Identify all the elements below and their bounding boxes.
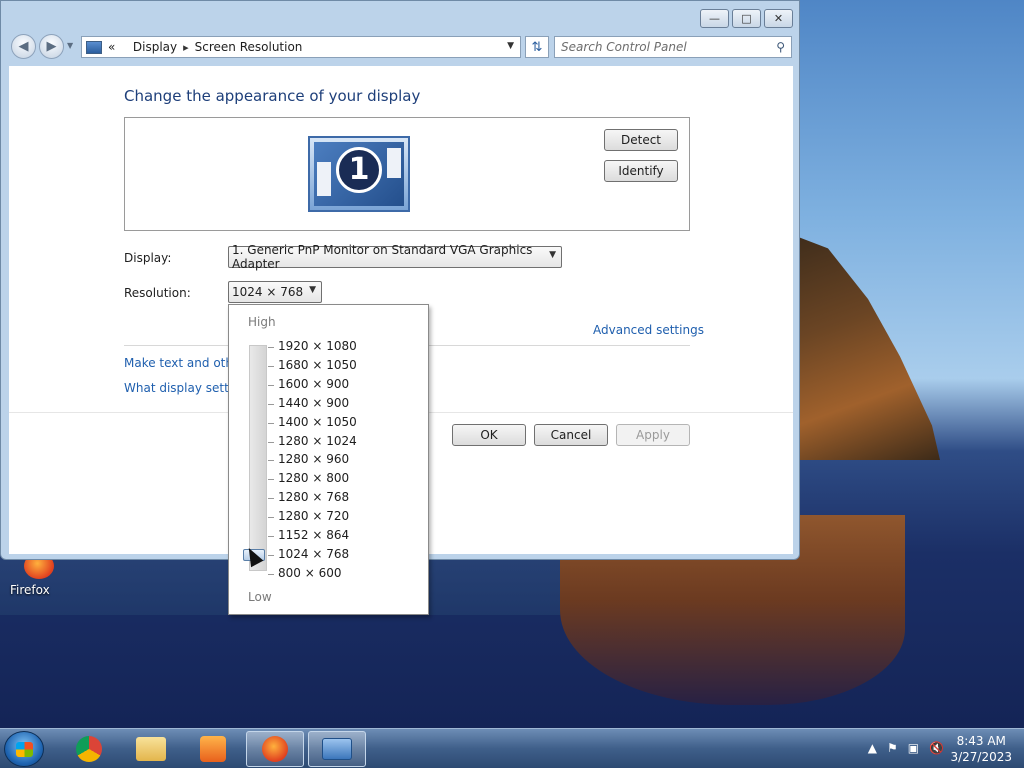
monitor-1-thumbnail[interactable]: 1 [308,136,410,212]
resolution-slider-track[interactable] [249,345,267,571]
slider-tick-mark [268,403,274,405]
taskbar: ▲ ⚑ ▣ 🔇 8:43 AM 3/27/2023 [0,728,1024,768]
control-panel-icon [322,738,352,760]
slider-tick-mark [268,460,274,462]
taskbar-media-player[interactable] [184,731,242,767]
clock-date: 3/27/2023 [950,750,1012,764]
refresh-button[interactable]: ⇅ [525,36,549,58]
resolution-select-value: 1024 × 768 [232,285,304,299]
search-input[interactable]: Search Control Panel ⚲ [554,36,792,58]
media-player-icon [200,736,226,762]
address-dropdown-icon[interactable]: ▼ [507,41,514,51]
cancel-button[interactable]: Cancel [534,424,608,446]
detect-button[interactable]: Detect [604,129,678,151]
page-title: Change the appearance of your display [124,87,421,105]
chrome-icon [76,736,102,762]
taskbar-file-explorer[interactable] [122,731,180,767]
clock-time: 8:43 AM [956,734,1006,748]
display-select[interactable]: 1. Generic PnP Monitor on Standard VGA G… [228,243,562,271]
resolution-option[interactable]: 1024 × 768 [278,547,349,561]
slider-tick-mark [268,441,274,443]
display-label: Display: [124,251,172,265]
resolution-option[interactable]: 1600 × 900 [278,377,349,391]
action-center-flag-icon[interactable]: ⚑ [887,741,898,755]
slider-tick-mark [268,536,274,537]
advanced-settings-link[interactable]: Advanced settings [593,323,704,337]
resolution-low-label: Low [248,590,272,604]
resolution-option[interactable]: 1440 × 900 [278,396,349,410]
minimize-button[interactable]: — [700,9,729,28]
maximize-button[interactable]: □ [732,9,761,28]
breadcrumb-screen-resolution[interactable]: Screen Resolution [195,40,303,54]
monitor-number: 1 [336,147,382,193]
slider-tick-mark [268,422,274,424]
close-button[interactable]: ✕ [764,9,793,28]
ok-button[interactable]: OK [452,424,526,446]
refresh-icon: ⇅ [531,39,543,55]
slider-tick-mark [268,365,274,367]
wallpaper-cliff [780,230,940,460]
display-control-panel-icon [86,40,102,54]
resolution-option[interactable]: 1680 × 1050 [278,358,357,372]
slider-tick-mark [268,573,274,575]
display-select-value: 1. Generic PnP Monitor on Standard VGA G… [232,243,533,271]
resolution-option[interactable]: 1280 × 720 [278,509,349,523]
forward-button[interactable]: ▶ [39,34,64,59]
chevron-down-icon: ▼ [309,285,316,295]
resolution-select[interactable]: 1024 × 768 ▼ [228,281,322,303]
breadcrumb-separator-icon[interactable]: ▸ [183,41,189,54]
resolution-option[interactable]: 1920 × 1080 [278,339,357,353]
show-hidden-icons-icon[interactable]: ▲ [868,741,877,755]
slider-tick-mark [268,498,274,500]
resolution-dropdown[interactable]: High 1920 × 1080 1680 × 1050 1600 × 900 144… [228,304,429,615]
forward-arrow-icon: ▶ [46,39,57,54]
slider-tick-mark [268,347,274,348]
folder-icon [136,737,166,761]
back-arrow-icon: ◀ [18,39,29,54]
taskbar-chrome[interactable] [60,731,118,767]
slider-tick-mark [268,384,274,386]
address-bar[interactable]: « ▸ Display ▸ Screen Resolution ▼ [81,36,521,58]
address-row: ◀ ▶ ▼ « ▸ Display ▸ Screen Resolution ▼ … [7,33,793,61]
slider-tick-mark [268,554,274,556]
slider-tick-mark [268,517,274,519]
monitor-preview-panel: 1 Detect Identify [124,117,690,231]
resolution-option[interactable]: 1280 × 1024 [278,434,357,448]
system-tray: ▲ ⚑ ▣ 🔇 [868,741,944,755]
resolution-label: Resolution: [124,286,191,300]
address-overflow-icon[interactable]: « [108,40,115,54]
search-placeholder: Search Control Panel [561,40,687,54]
window-titlebar[interactable]: — □ ✕ [1,1,799,31]
apply-button[interactable]: Apply [616,424,690,446]
windows-logo-icon [16,742,33,757]
resolution-high-label: High [248,315,276,329]
recent-pages-chevron-icon[interactable]: ▼ [67,41,73,50]
resolution-option[interactable]: 1280 × 768 [278,490,349,504]
resolution-option[interactable]: 1280 × 960 [278,452,349,466]
start-button[interactable] [4,731,44,767]
slider-tick-mark [268,479,274,481]
resolution-option[interactable]: 1152 × 864 [278,528,349,542]
volume-muted-icon[interactable]: 🔇 [929,741,944,755]
resolution-option[interactable]: 1280 × 800 [278,471,349,485]
resolution-option[interactable]: 1400 × 1050 [278,415,357,429]
identify-button[interactable]: Identify [604,160,678,182]
network-icon[interactable]: ▣ [908,741,919,755]
firefox-icon [262,736,288,762]
taskbar-control-panel[interactable] [308,731,366,767]
breadcrumb-display[interactable]: Display [133,40,177,54]
chevron-down-icon: ▼ [549,250,556,260]
back-button[interactable]: ◀ [11,34,36,59]
taskbar-clock[interactable]: 8:43 AM 3/27/2023 [950,733,1012,765]
search-icon[interactable]: ⚲ [776,40,785,54]
taskbar-firefox[interactable] [246,731,304,767]
desktop-icon-label: Firefox [10,583,50,597]
resolution-option[interactable]: 800 × 600 [278,566,342,580]
